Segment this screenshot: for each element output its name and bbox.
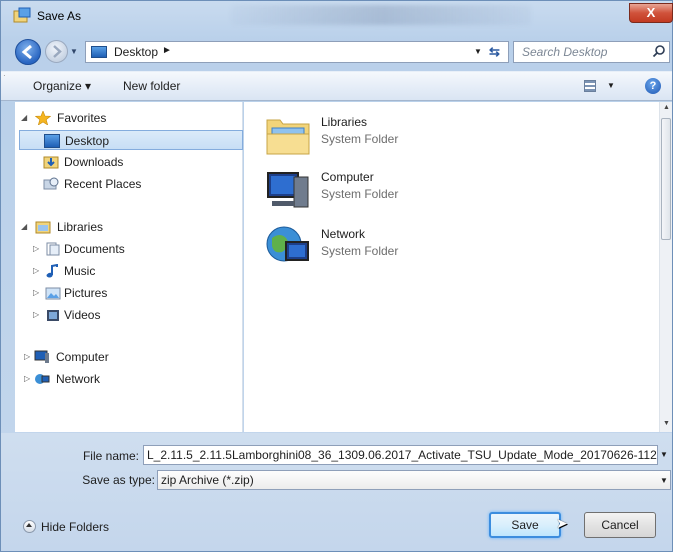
item-name: Libraries xyxy=(321,115,368,129)
computer-icon xyxy=(34,350,49,363)
save-as-app-icon xyxy=(13,7,31,23)
nav-item-label: Downloads xyxy=(64,155,124,169)
nav-item-videos[interactable]: ▷ Videos xyxy=(33,305,233,325)
address-location[interactable]: Desktop xyxy=(114,45,158,59)
search-input[interactable]: Search Desktop xyxy=(513,41,670,63)
scrollbar-thumb[interactable] xyxy=(661,118,671,240)
mouse-cursor-icon: ➤ xyxy=(556,515,568,531)
hide-folders-label: Hide Folders xyxy=(41,520,110,534)
nav-item-desktop[interactable]: Desktop xyxy=(19,130,243,150)
blurred-background-region xyxy=(231,5,531,25)
item-name: Network xyxy=(321,227,366,241)
command-bar: Organize ▾ New folder ▼ ? xyxy=(1,71,672,101)
save-as-type-select[interactable]: zip Archive (*.zip) xyxy=(157,470,671,490)
file-name-label: File name: xyxy=(82,449,139,463)
list-item-computer[interactable]: Computer System Folder xyxy=(264,167,464,215)
vertical-scrollbar[interactable]: ▲ ▼ xyxy=(659,102,672,432)
navigation-pane[interactable]: ◢ Favorites Desktop Downloads Recent Pla… xyxy=(15,102,243,432)
scroll-down-icon[interactable]: ▼ xyxy=(663,420,670,427)
list-item-libraries[interactable]: Libraries System Folder xyxy=(264,112,464,160)
music-icon xyxy=(46,264,58,278)
nav-item-downloads[interactable]: Downloads xyxy=(19,152,219,172)
nav-item-label: Desktop xyxy=(65,134,110,148)
search-placeholder: Search Desktop xyxy=(522,45,608,59)
nav-item-label: Videos xyxy=(64,308,101,322)
hide-folders-button[interactable]: Hide Folders xyxy=(23,520,109,534)
videos-icon xyxy=(47,310,59,321)
recent-pages-dropdown[interactable]: ▼ xyxy=(70,47,78,56)
nav-item-label: Documents xyxy=(64,242,125,256)
forward-button[interactable] xyxy=(45,40,68,63)
expanded-arrow-icon[interactable]: ◢ xyxy=(21,217,33,237)
pictures-icon xyxy=(45,287,61,300)
save-as-type-label: Save as type: xyxy=(82,473,155,487)
computer-icon xyxy=(267,172,309,208)
nav-computer[interactable]: ▷ Computer xyxy=(24,347,224,367)
downloads-icon xyxy=(43,156,59,169)
nav-favorites-label: Favorites xyxy=(57,111,107,125)
collapsed-arrow-icon[interactable]: ▷ xyxy=(33,283,45,303)
item-type: System Folder xyxy=(321,244,399,258)
chevron-right-icon[interactable]: ► xyxy=(162,45,172,56)
refresh-icon[interactable]: ⇆ xyxy=(489,44,500,60)
nav-libraries[interactable]: ◢ Libraries xyxy=(21,217,221,237)
network-icon xyxy=(35,374,50,384)
address-bar[interactable]: Desktop ► ▼ ⇆ xyxy=(85,41,509,63)
file-name-input[interactable]: L_2.11.5_2.11.5Lamborghini08_36_1309.06.… xyxy=(143,445,658,465)
collapsed-arrow-icon[interactable]: ▷ xyxy=(33,239,45,259)
save-button[interactable]: Save xyxy=(489,512,561,538)
nav-computer-label: Computer xyxy=(56,350,109,364)
recent-places-icon xyxy=(43,177,59,190)
search-icon[interactable] xyxy=(652,44,666,58)
item-name: Computer xyxy=(321,170,374,184)
save-as-type-dropdown-icon[interactable]: ▼ xyxy=(660,476,668,485)
network-globe-icon xyxy=(266,226,309,262)
list-item-network[interactable]: Network System Folder xyxy=(264,224,464,272)
expanded-arrow-icon[interactable]: ◢ xyxy=(21,108,33,128)
save-as-dialog: Save As X ▼ Desktop ► ▼ ⇆ Search Desktop… xyxy=(0,0,673,552)
title-bar[interactable]: Save As X xyxy=(1,1,673,35)
back-button[interactable] xyxy=(15,39,41,65)
nav-favorites[interactable]: ◢ Favorites xyxy=(21,108,221,128)
collapsed-arrow-icon[interactable]: ▷ xyxy=(33,305,45,325)
close-button[interactable]: X xyxy=(629,3,673,23)
nav-libraries-label: Libraries xyxy=(57,220,104,234)
save-as-type-value: zip Archive (*.zip) xyxy=(161,473,254,487)
change-view-icon[interactable] xyxy=(584,80,596,92)
save-form: File name: L_2.11.5_2.11.5Lamborghini08_… xyxy=(1,433,672,551)
arrow-left-icon xyxy=(21,44,32,60)
help-button[interactable]: ? xyxy=(645,78,661,94)
address-dropdown-icon[interactable]: ▼ xyxy=(474,47,482,56)
favorites-star-icon xyxy=(35,111,51,125)
desktop-icon xyxy=(44,134,60,148)
pane-splitter-grip[interactable]: · xyxy=(3,71,6,80)
collapsed-arrow-icon[interactable]: ▷ xyxy=(33,261,45,281)
nav-item-pictures[interactable]: ▷ Pictures xyxy=(33,283,233,303)
nav-item-recent-places[interactable]: Recent Places xyxy=(19,174,219,194)
window-title: Save As xyxy=(37,9,82,23)
organize-button[interactable]: Organize ▾ xyxy=(33,79,91,93)
collapse-icon xyxy=(23,520,36,533)
item-type: System Folder xyxy=(321,132,399,146)
nav-item-label: Pictures xyxy=(64,286,108,300)
nav-item-label: Recent Places xyxy=(64,177,142,191)
libraries-icon xyxy=(35,221,51,234)
nav-item-label: Music xyxy=(64,264,96,278)
nav-network[interactable]: ▷ Network xyxy=(24,369,224,389)
arrow-right-icon xyxy=(53,45,62,58)
scroll-up-icon[interactable]: ▲ xyxy=(663,104,670,111)
nav-network-label: Network xyxy=(56,372,101,386)
cancel-button[interactable]: Cancel xyxy=(584,512,656,538)
libraries-folder-icon xyxy=(266,119,310,155)
nav-item-music[interactable]: ▷ Music xyxy=(33,261,233,281)
new-folder-button[interactable]: New folder xyxy=(123,79,180,93)
desktop-icon xyxy=(91,46,107,58)
item-type: System Folder xyxy=(321,187,399,201)
nav-item-documents[interactable]: ▷ Documents xyxy=(33,239,233,259)
file-name-dropdown-icon[interactable]: ▼ xyxy=(660,450,668,459)
file-list[interactable]: Libraries System Folder Computer System … xyxy=(244,102,659,432)
view-dropdown-icon[interactable]: ▼ xyxy=(607,81,615,90)
documents-icon xyxy=(46,242,60,256)
